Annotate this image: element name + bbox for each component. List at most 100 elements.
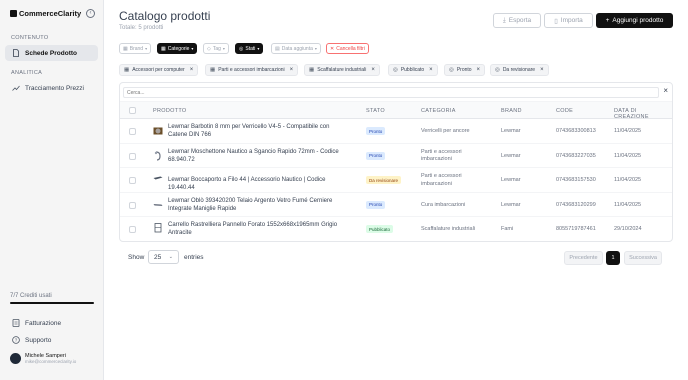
status-badge: Pronto <box>366 151 386 160</box>
remove-chip-icon[interactable]: × <box>371 67 375 73</box>
table-row[interactable]: Carrello Rastrelliera Pannello Forato 15… <box>120 217 672 241</box>
active-filter-chip: ◎ Pronto × <box>444 64 486 76</box>
clear-filters-button[interactable]: ✕ Cancella filtri <box>326 43 369 54</box>
status-circle-icon: ◎ <box>449 67 454 73</box>
chevron-down-icon: ▾ <box>191 46 194 51</box>
show-label: Show <box>128 254 145 261</box>
table-row[interactable]: Lewmar Barbotin 8 mm per Verricello V4-5… <box>120 119 672 144</box>
product-name[interactable]: Lewmar Oblò 393420200 Telaio Argento Vet… <box>168 197 348 213</box>
remove-chip-icon[interactable]: × <box>477 67 481 73</box>
page-size-select[interactable]: 25 ⌄ <box>148 250 179 264</box>
status-badge: Pronto <box>366 200 386 209</box>
product-name[interactable]: Carrello Rastrelliera Pannello Forato 15… <box>168 221 348 237</box>
status-circle-icon: ◎ <box>393 67 398 73</box>
remove-chip-icon[interactable]: × <box>190 67 194 73</box>
table-row[interactable]: Lewmar Boccaporto a Filo 44 | Accessorio… <box>120 168 672 193</box>
user-email: mike@commerceclarity.io <box>25 359 77 364</box>
collapse-sidebar-icon[interactable]: ‹ <box>86 8 95 18</box>
table-header: PRODOTTO STATO CATEGORIA BRAND CODE DATA… <box>120 101 672 120</box>
section-label-content: CONTENUTO <box>11 35 49 41</box>
chevron-down-icon: ▾ <box>314 46 317 51</box>
grid-icon: ▦ <box>161 45 166 52</box>
logo[interactable]: CommerceClarity ‹ <box>10 7 95 19</box>
category-cell: Cura imbarcazioni <box>421 201 466 208</box>
table-row[interactable]: Lewmar Oblò 393420200 Telaio Argento Vet… <box>120 193 672 217</box>
page-1-button[interactable]: 1 <box>606 251 620 265</box>
user-profile[interactable]: Michele Samperi mike@commerceclarity.io <box>10 353 99 364</box>
row-checkbox[interactable] <box>129 128 136 135</box>
column-header-brand[interactable]: BRAND <box>501 108 522 114</box>
sidebar-item-tracciamento-prezzi[interactable]: Tracciamento Prezzi <box>5 80 98 96</box>
filter-tag[interactable]: ◇ Tag ▾ <box>203 43 229 54</box>
brand-cell: Lewmar <box>501 201 521 208</box>
search-input[interactable] <box>123 87 659 98</box>
close-icon: ✕ <box>330 45 335 52</box>
category-cell: Parti e accessori imbarcazioni <box>421 148 462 163</box>
product-name[interactable]: Lewmar Boccaporto a Filo 44 | Accessorio… <box>168 176 348 192</box>
chevron-down-icon: ▾ <box>145 46 148 51</box>
product-thumbnail <box>154 150 161 161</box>
product-thumbnail <box>153 176 163 180</box>
filter-brand[interactable]: ▦ Brand ▾ <box>119 43 152 54</box>
row-checkbox[interactable] <box>129 201 136 209</box>
table-search-row: × <box>120 83 672 101</box>
filter-label: Data aggiunta <box>281 45 313 52</box>
column-header-prodotto[interactable]: PRODOTTO <box>153 108 186 114</box>
product-thumbnail <box>153 127 163 135</box>
entries-label: entries <box>184 254 204 261</box>
svg-text:?: ? <box>15 338 18 343</box>
previous-page-button[interactable]: Precedente <box>564 251 603 265</box>
add-product-label: Aggiungi prodotto <box>612 17 664 24</box>
calendar-icon: ▤ <box>275 45 280 52</box>
active-filter-chip: ▦ Accessori per computer × <box>119 64 199 76</box>
import-button[interactable]: ▯ Importa <box>544 13 593 28</box>
trend-icon <box>12 84 20 92</box>
filter-label: Categorie <box>167 45 190 52</box>
grid-icon: ▦ <box>210 67 216 73</box>
grid-icon: ▦ <box>123 45 128 52</box>
export-button[interactable]: ⤓ Esporta <box>493 13 541 28</box>
filter-categorie[interactable]: ▦ Categorie ▾ <box>157 43 198 54</box>
select-all-checkbox[interactable] <box>129 107 136 114</box>
status-badge: Pronto <box>366 127 386 135</box>
column-header-code[interactable]: CODE <box>556 108 573 114</box>
date-cell: 11/04/2025 <box>614 177 642 183</box>
remove-chip-icon[interactable]: × <box>290 67 294 73</box>
active-filter-chip: ▦ Parti e accessori imbarcazioni × <box>205 64 299 76</box>
sidebar-link-supporto[interactable]: ? Supporto <box>5 333 98 347</box>
chip-label: Pubblicato <box>400 67 425 73</box>
column-header-stato[interactable]: STATO <box>366 108 385 114</box>
credits-label: 7/7 Crediti usati <box>10 293 52 299</box>
status-badge: Pubblicato <box>366 225 394 233</box>
grid-icon: ▦ <box>309 67 315 73</box>
date-cell: 29/10/2024 <box>614 226 642 232</box>
filter-label: Brand <box>129 45 144 52</box>
products-table: × PRODOTTO STATO CATEGORIA BRAND CODE DA… <box>119 82 673 242</box>
row-checkbox[interactable] <box>129 226 136 233</box>
credits-progress-bar <box>10 302 94 304</box>
page-title: Catalogo prodotti <box>119 9 211 23</box>
sidebar-link-fatturazione[interactable]: Fatturazione <box>5 316 98 330</box>
product-name[interactable]: Lewmar Barbotin 8 mm per Verricello V4-5… <box>168 123 348 139</box>
product-name[interactable]: Lewmar Moschettone Nautico a Sgancio Rap… <box>168 148 348 164</box>
export-label: Esporta <box>508 17 532 24</box>
next-page-button[interactable]: Successiva <box>624 251 662 265</box>
sidebar-item-schede-prodotto[interactable]: Schede Prodotto <box>5 45 98 61</box>
filter-data-aggiunta[interactable]: ▤ Data aggiunta ▾ <box>271 43 321 54</box>
remove-chip-icon[interactable]: × <box>429 67 433 73</box>
category-cell: Parti e accessori imbarcazioni <box>421 173 462 187</box>
row-checkbox[interactable] <box>129 177 136 184</box>
grid-icon: ▦ <box>124 67 130 73</box>
chip-label: Accessori per computer <box>132 67 185 73</box>
table-row[interactable]: Lewmar Moschettone Nautico a Sgancio Rap… <box>120 144 672 168</box>
row-checkbox[interactable] <box>129 152 136 160</box>
close-icon[interactable]: × <box>663 86 668 95</box>
column-header-categoria[interactable]: CATEGORIA <box>421 108 456 114</box>
remove-chip-icon[interactable]: × <box>540 67 544 73</box>
chevron-down-icon: ⌄ <box>168 254 173 260</box>
plus-icon: + <box>605 17 610 24</box>
page-subtitle: Totale: 5 prodotti <box>119 25 164 31</box>
product-thumbnail <box>153 203 163 206</box>
filter-stati[interactable]: ◎ Stati ▾ <box>235 43 264 54</box>
add-product-button[interactable]: + Aggiungi prodotto <box>596 13 673 28</box>
